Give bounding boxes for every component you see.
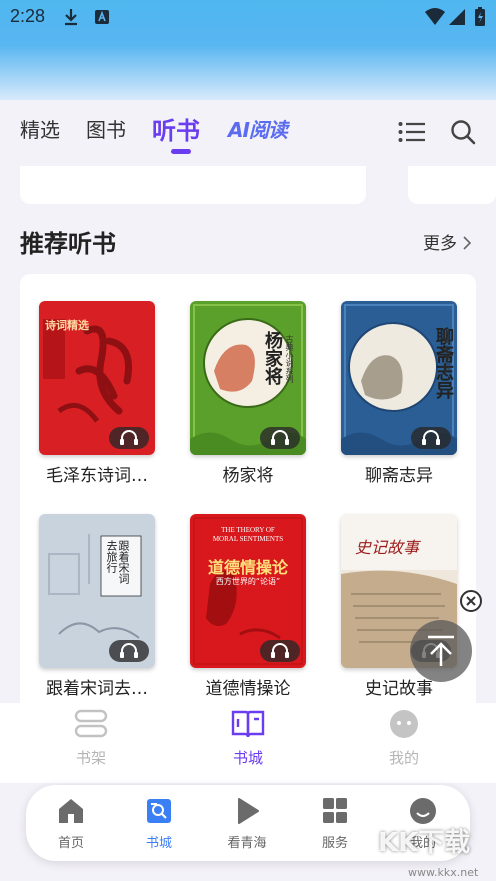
cover-title-text: 道德情操论 bbox=[207, 558, 288, 577]
scroll-to-top-button[interactable] bbox=[410, 620, 472, 682]
download-icon bbox=[65, 9, 77, 26]
bottom-tab-label: 书城 bbox=[232, 749, 263, 767]
headphones-icon bbox=[120, 430, 138, 445]
audio-badge bbox=[411, 427, 451, 449]
book-title[interactable]: 杨家将 bbox=[180, 461, 316, 486]
bookshelf-icon bbox=[74, 709, 108, 738]
tab-active-indicator bbox=[171, 149, 191, 154]
tab-books[interactable]: 图书 bbox=[86, 114, 126, 143]
headphones-icon bbox=[271, 643, 289, 658]
headphones-icon bbox=[271, 430, 289, 445]
bookstore-icon bbox=[231, 710, 265, 738]
book-cover[interactable]: 杨家将 古典小说系列 bbox=[190, 301, 306, 455]
book-cover[interactable]: 诗词精选 bbox=[39, 301, 155, 455]
bottom-tab-bookstore[interactable]: 书城 bbox=[208, 709, 288, 768]
watermark-url: www.kkx.net bbox=[408, 866, 479, 879]
wifi-icon bbox=[425, 8, 445, 25]
headphones-icon bbox=[120, 643, 138, 658]
book-title[interactable]: 毛泽东诗词… bbox=[29, 461, 165, 486]
bottom-tab-bookshelf[interactable]: 书架 bbox=[51, 709, 131, 768]
audio-badge bbox=[109, 640, 149, 662]
arrow-up-icon bbox=[428, 635, 454, 666]
status-time: 2:28 bbox=[10, 6, 46, 26]
cover-title-text: 诗词精选 bbox=[45, 319, 89, 332]
previous-card bbox=[20, 166, 366, 204]
chevron-right-icon bbox=[463, 236, 472, 250]
more-label: 更多 bbox=[423, 234, 457, 254]
audiobook-grid: 诗词精选 毛泽东诗词… 杨家将 古典小说系列 杨家将 聊斋志异 古典小说系列 聊… bbox=[20, 274, 476, 714]
nav-label: 看青海 bbox=[227, 836, 267, 851]
smile-icon bbox=[410, 798, 436, 824]
cover-title-text: 跟着宋词去旅行 bbox=[105, 540, 130, 584]
grid-icon bbox=[323, 798, 347, 823]
profile-icon bbox=[390, 710, 418, 738]
bottom-tab-label: 书架 bbox=[75, 749, 106, 767]
signal-icon bbox=[449, 9, 465, 25]
play-icon bbox=[238, 798, 259, 824]
book-cover[interactable]: 聊斋志异 古典小说系列 bbox=[341, 301, 457, 455]
nav-qinghai[interactable]: 看青海 bbox=[212, 797, 282, 851]
tab-featured[interactable]: 精选 bbox=[20, 114, 60, 143]
battery-icon bbox=[475, 7, 485, 26]
bottom-tab-bar: 书架 书城 我的 bbox=[0, 703, 496, 783]
watermark: KK下载 bbox=[378, 828, 471, 858]
nav-label: 服务 bbox=[321, 836, 348, 851]
tab-audiobooks[interactable]: 听书 bbox=[152, 111, 200, 146]
bottom-tab-label: 我的 bbox=[388, 749, 419, 767]
nav-label: 首页 bbox=[57, 836, 84, 851]
audio-badge bbox=[260, 427, 300, 449]
book-cover[interactable]: THE THEORY OF MORAL SENTIMENTS 道德情操论 西方世… bbox=[190, 514, 306, 668]
cover-subtitle-text: 西方世界的“论语” bbox=[215, 577, 281, 586]
cover-subtitle-text: 古典小说系列 bbox=[285, 335, 294, 383]
nav-label: 书城 bbox=[145, 836, 172, 851]
more-link[interactable]: 更多 bbox=[423, 229, 472, 254]
audio-badge bbox=[109, 427, 149, 449]
headphones-icon bbox=[422, 430, 440, 445]
close-icon bbox=[466, 596, 476, 606]
section-title: 推荐听书 bbox=[20, 230, 116, 258]
book-title[interactable]: 跟着宋词去… bbox=[29, 674, 165, 699]
nav-bookstore[interactable]: 书城 bbox=[124, 797, 194, 851]
audio-badge bbox=[260, 640, 300, 662]
nav-service[interactable]: 服务 bbox=[300, 797, 370, 851]
book-cover[interactable]: 跟着宋词去旅行 bbox=[39, 514, 155, 668]
search-icon[interactable] bbox=[450, 119, 476, 145]
status-bar: 2:28 bbox=[0, 0, 496, 100]
app-a-icon bbox=[95, 10, 109, 24]
top-navigation: 精选 图书 听书 AI阅读 bbox=[0, 100, 496, 166]
list-icon[interactable] bbox=[398, 121, 426, 143]
cover-subtitle-text: 古典小说系列 bbox=[443, 331, 451, 373]
close-float-button[interactable] bbox=[460, 590, 482, 612]
cover-title-text: 杨家将 bbox=[262, 331, 283, 385]
nav-home[interactable]: 首页 bbox=[36, 797, 106, 851]
bookstore-search-icon bbox=[147, 799, 171, 823]
cover-english-title: MORAL SENTIMENTS bbox=[212, 535, 284, 543]
book-title[interactable]: 道德情操论 bbox=[180, 674, 316, 699]
cover-english-title: THE THEORY OF bbox=[221, 526, 275, 534]
cover-title-text: 史记故事 bbox=[355, 538, 420, 557]
tab-ai-reading[interactable]: AI阅读 bbox=[228, 114, 288, 143]
previous-card bbox=[408, 166, 496, 204]
book-title[interactable]: 聊斋志异 bbox=[331, 461, 467, 486]
bottom-tab-mine[interactable]: 我的 bbox=[364, 709, 444, 768]
home-icon bbox=[59, 799, 83, 823]
